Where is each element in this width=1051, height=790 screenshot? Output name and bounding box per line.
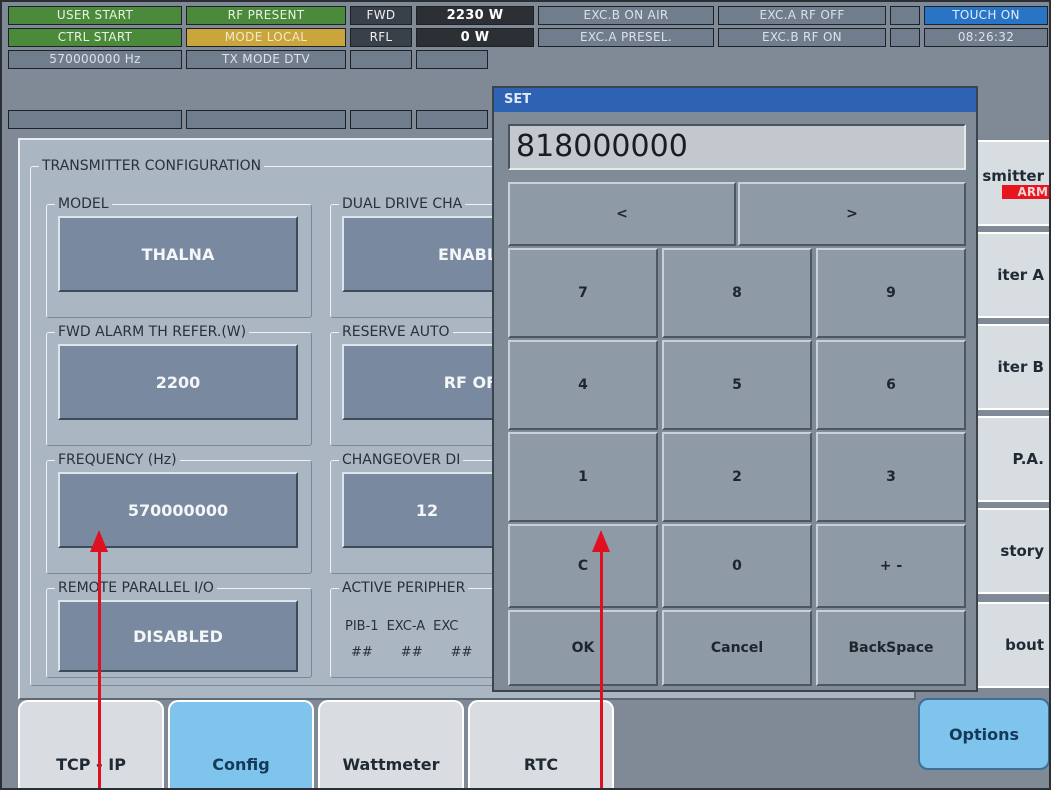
arrow-shaft — [600, 550, 603, 788]
arrow-shaft — [98, 550, 101, 788]
status-rf-present: RF PRESENT — [186, 6, 346, 25]
peripheral-name: EXC — [433, 619, 459, 634]
peripheral-name: PIB-1 — [345, 619, 379, 634]
key-3[interactable]: 3 — [816, 432, 966, 522]
changeover-button[interactable]: 12 — [342, 472, 512, 548]
status-time: 08:26:32 — [924, 28, 1048, 47]
set-dialog: SET 818000000 < > 7 8 9 4 5 6 1 2 3 C 0 … — [492, 86, 978, 692]
reserve-auto-button[interactable]: RF OFF — [342, 344, 512, 420]
model-label: MODEL — [55, 196, 112, 212]
key-7[interactable]: 7 — [508, 248, 658, 338]
configuration-title: TRANSMITTER CONFIGURATION — [39, 158, 265, 174]
tab-config[interactable]: Config — [168, 700, 314, 788]
status-exc-b-rf-on: EXC.B RF ON — [718, 28, 886, 47]
cursor-left-button[interactable]: < — [508, 182, 736, 246]
status-tx-mode: TX MODE DTV — [186, 50, 346, 69]
key-4[interactable]: 4 — [508, 340, 658, 430]
key-2[interactable]: 2 — [662, 432, 812, 522]
dual-drive-label: DUAL DRIVE CHA — [339, 196, 466, 212]
tab-rtc[interactable]: RTC — [468, 700, 614, 788]
reserve-auto-label: RESERVE AUTO — [339, 324, 453, 340]
options-button[interactable]: Options — [918, 698, 1049, 770]
cursor-right-button[interactable]: > — [738, 182, 966, 246]
touch-screen: USER START RF PRESENT FWD 2230 W EXC.B O… — [0, 0, 1051, 790]
fwd-alarm-label: FWD ALARM TH REFER.(W) — [55, 324, 250, 340]
remote-parallel-label: REMOTE PARALLEL I/O — [55, 580, 217, 596]
arrow-up-icon — [90, 530, 108, 552]
model-button[interactable]: THALNA — [58, 216, 298, 292]
status-frequency: 570000000 Hz — [8, 50, 182, 69]
status-fwd-value: 2230 W — [416, 6, 534, 25]
key-9[interactable]: 9 — [816, 248, 966, 338]
dual-drive-button[interactable]: ENABLE — [342, 216, 512, 292]
status-empty — [890, 6, 920, 25]
tab-wattmeter[interactable]: Wattmeter — [318, 700, 464, 788]
changeover-label: CHANGEOVER DI — [339, 452, 464, 468]
peripheral-values: ## ## ## — [351, 645, 472, 660]
status-empty — [8, 110, 182, 129]
status-rfl-value: 0 W — [416, 28, 534, 47]
status-rfl-label: RFL — [350, 28, 412, 47]
tab-transmitter-label: smitter — [982, 167, 1044, 185]
peripheral-names: PIB-1 EXC-A EXC — [345, 619, 458, 634]
active-peripherals-label: ACTIVE PERIPHER — [339, 580, 469, 596]
fwd-alarm-button[interactable]: 2200 — [58, 344, 298, 420]
status-touch-on[interactable]: TOUCH ON — [924, 6, 1048, 25]
key-5[interactable]: 5 — [662, 340, 812, 430]
status-user-start: USER START — [8, 6, 182, 25]
key-clear[interactable]: C — [508, 524, 658, 608]
peripheral-value: ## — [400, 645, 423, 660]
status-exc-a-rf-off: EXC.A RF OFF — [718, 6, 886, 25]
dialog-title: SET — [494, 88, 976, 112]
status-empty — [416, 110, 488, 129]
key-6[interactable]: 6 — [816, 340, 966, 430]
frequency-label: FREQUENCY (Hz) — [55, 452, 180, 468]
cancel-button[interactable]: Cancel — [662, 610, 812, 686]
backspace-button[interactable]: BackSpace — [816, 610, 966, 686]
status-empty — [350, 110, 412, 129]
status-exc-b-on-air: EXC.B ON AIR — [538, 6, 714, 25]
alarm-badge: ARM — [1001, 185, 1049, 199]
key-plus-minus[interactable]: + - — [816, 524, 966, 608]
status-exc-a-presel: EXC.A PRESEL. — [538, 28, 714, 47]
peripheral-name: EXC-A — [386, 619, 426, 634]
key-8[interactable]: 8 — [662, 248, 812, 338]
status-empty — [416, 50, 488, 69]
status-mode-local: MODE LOCAL — [186, 28, 346, 47]
ok-button[interactable]: OK — [508, 610, 658, 686]
arrow-up-icon — [592, 530, 610, 552]
status-fwd-label: FWD — [350, 6, 412, 25]
value-display: 818000000 — [508, 124, 966, 170]
key-0[interactable]: 0 — [662, 524, 812, 608]
peripheral-value: ## — [351, 645, 373, 660]
status-empty — [890, 28, 920, 47]
remote-parallel-button[interactable]: DISABLED — [58, 600, 298, 672]
status-empty — [350, 50, 412, 69]
tab-tcp-ip[interactable]: TCP - IP — [18, 700, 164, 788]
peripheral-value: ## — [450, 645, 473, 660]
key-1[interactable]: 1 — [508, 432, 658, 522]
status-empty — [186, 110, 346, 129]
status-ctrl-start: CTRL START — [8, 28, 182, 47]
